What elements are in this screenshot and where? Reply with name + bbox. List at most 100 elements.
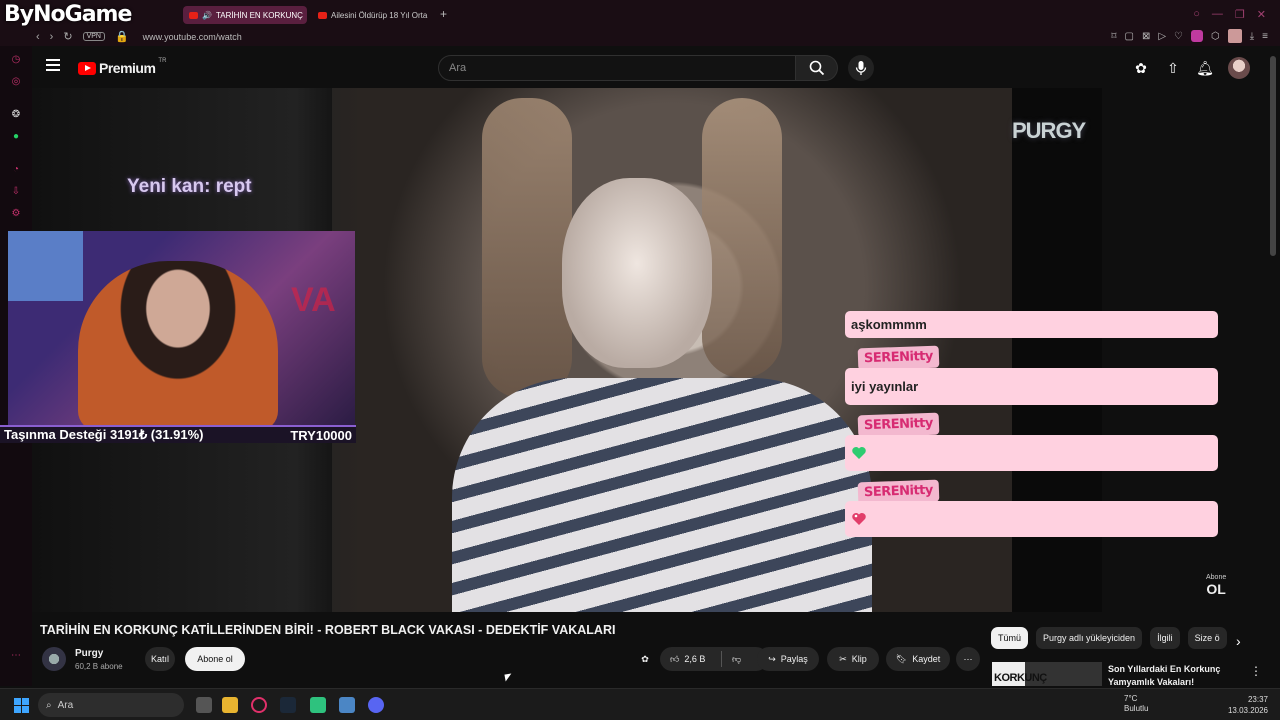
lock-icon: 🔒 bbox=[114, 31, 129, 43]
heart-emoji-icon bbox=[852, 513, 866, 525]
mouse-cursor bbox=[504, 673, 513, 682]
notifications-bell-icon[interactable]: 🔔︎ bbox=[1196, 59, 1214, 77]
game-icon[interactable]: ◎ bbox=[10, 76, 22, 88]
thumbs-down-icon: 👎︎ bbox=[732, 653, 742, 664]
dislike-button[interactable]: 👎︎ bbox=[722, 654, 741, 665]
chip-uploader[interactable]: Purgy adlı yükleyiciden bbox=[1036, 627, 1143, 649]
channel-avatar[interactable] bbox=[42, 647, 66, 671]
chatgpt-icon[interactable]: ❂ bbox=[10, 109, 22, 121]
snapshot-icon[interactable]: ▢ bbox=[1124, 31, 1133, 42]
search-icon bbox=[809, 60, 824, 76]
channel-name[interactable]: Purgy bbox=[75, 648, 103, 659]
chat-username: SERENitty bbox=[857, 412, 940, 438]
video-title: TARİHİN EN KORKUNÇ KATİLLERİNDEN BİRİ! -… bbox=[40, 623, 616, 637]
chip-for-you[interactable]: Size ö bbox=[1187, 627, 1227, 649]
chevron-right-icon[interactable]: › bbox=[1236, 633, 1241, 649]
save-label: Kaydet bbox=[912, 654, 941, 664]
cube-app-icon[interactable] bbox=[339, 697, 355, 713]
subscribe-watermark[interactable]: Abone OL bbox=[1206, 574, 1226, 596]
youtube-icon bbox=[318, 11, 327, 19]
streamer-image bbox=[78, 261, 278, 425]
channel-watermark: PURGY bbox=[1012, 118, 1086, 143]
scrollbar[interactable] bbox=[1270, 56, 1276, 256]
scissors-icon: ✂ bbox=[839, 653, 847, 664]
clock[interactable]: 23:37 13.03.2026 bbox=[1226, 694, 1268, 716]
clock-icon[interactable]: ◔ bbox=[10, 164, 22, 176]
bookmark-icon: 🔖︎ bbox=[895, 653, 908, 664]
browser-titlebar: ByNoGame 🔊 TARİHİN EN KORKUNÇ Ailesini Ö… bbox=[0, 0, 1280, 46]
vpn-badge[interactable]: VPN bbox=[82, 32, 105, 41]
weather-widget[interactable]: 7°C Bulutlu bbox=[1124, 694, 1148, 714]
hamburger-menu-icon[interactable] bbox=[46, 59, 60, 73]
taskbar-search[interactable]: ⌕ Ara bbox=[38, 693, 184, 717]
upload-icon[interactable]: ⇧ bbox=[1164, 59, 1182, 77]
play-icon[interactable]: ▷ bbox=[1158, 31, 1166, 42]
search-input[interactable]: Ara bbox=[438, 55, 796, 81]
save-button[interactable]: 🔖︎ Kaydet bbox=[886, 647, 950, 671]
whatsapp-icon[interactable]: ● bbox=[10, 131, 22, 143]
tab-inactive[interactable]: Ailesini Öldürüp 18 Yıl Orta bbox=[312, 6, 434, 24]
youtube-icon bbox=[189, 11, 198, 19]
cube-icon[interactable]: ⊠ bbox=[1142, 31, 1150, 42]
share-button[interactable]: ↪ Paylaş bbox=[757, 647, 819, 671]
download-icon[interactable]: ⤓ bbox=[1250, 31, 1254, 42]
thumbs-up-icon: 👍︎ bbox=[670, 653, 680, 664]
file-explorer-icon[interactable] bbox=[222, 697, 238, 713]
windows-taskbar: ⌕ Ara 7°C Bulutlu 23:37 13.03.2026 bbox=[0, 688, 1280, 720]
recommendation-thumbnail[interactable]: KORKUNÇ bbox=[992, 662, 1102, 686]
discord-icon[interactable] bbox=[368, 697, 384, 713]
settings-icon[interactable]: ⚙ bbox=[10, 208, 22, 220]
more-vert-icon[interactable]: ⋮ bbox=[1250, 664, 1262, 678]
new-tab-button[interactable]: + bbox=[440, 7, 447, 21]
screen: ByNoGame 🔊 TARİHİN EN KORKUNÇ Ailesini Ö… bbox=[0, 0, 1280, 720]
address-bar[interactable]: www.youtube.com/watch bbox=[143, 32, 242, 42]
thumbnail-text: KORKUNÇ bbox=[994, 672, 1047, 684]
reload-icon[interactable]: ↻ bbox=[63, 30, 72, 43]
search-icon[interactable]: ○ bbox=[1193, 8, 1200, 21]
more-actions-button[interactable]: ⋯ bbox=[956, 647, 980, 671]
recommendation-title[interactable]: Son Yıllardaki En Korkunç Yamyamlık Vaka… bbox=[1108, 663, 1233, 689]
back-icon[interactable]: ‹ bbox=[36, 31, 40, 43]
download-icon[interactable]: ⇩ bbox=[10, 186, 22, 198]
tab-label: Ailesini Öldürüp 18 Yıl Orta bbox=[331, 10, 428, 20]
close-icon[interactable]: ✕ bbox=[1257, 8, 1266, 21]
history-icon[interactable]: ◷ bbox=[10, 54, 22, 66]
chip-related[interactable]: İlgili bbox=[1150, 627, 1180, 649]
account-avatar[interactable] bbox=[1228, 57, 1250, 79]
search-button[interactable] bbox=[796, 55, 838, 81]
opera-gx-icon[interactable] bbox=[251, 697, 267, 713]
extension-puzzle-icon[interactable]: ✿ bbox=[1132, 59, 1150, 77]
minimize-icon[interactable]: — bbox=[1212, 8, 1223, 21]
chip-all[interactable]: Tümü bbox=[991, 627, 1029, 649]
task-view-icon[interactable] bbox=[196, 697, 212, 713]
restore-icon[interactable]: ❐ bbox=[1235, 8, 1245, 21]
more-icon[interactable]: ⋯ bbox=[10, 650, 22, 662]
voice-search-button[interactable] bbox=[848, 55, 874, 81]
forward-icon[interactable]: › bbox=[50, 31, 54, 43]
tab-active[interactable]: 🔊 TARİHİN EN KORKUNÇ bbox=[183, 6, 307, 24]
join-button[interactable]: Katıl bbox=[145, 647, 175, 671]
subscribe-watermark-big: OL bbox=[1206, 581, 1226, 597]
youtube-logo[interactable]: Premium TR bbox=[78, 58, 167, 76]
chat-text: aşkommmm bbox=[851, 317, 927, 332]
like-dislike-group: 👍︎ 2,6 B 👎︎ bbox=[660, 647, 768, 671]
extension-icon[interactable] bbox=[1191, 30, 1203, 42]
region-label: TR bbox=[158, 58, 167, 64]
windows-start-icon[interactable] bbox=[14, 698, 29, 713]
green-heart-emoji-icon bbox=[852, 447, 866, 459]
extension-icon[interactable]: ✿ bbox=[636, 650, 654, 668]
steam-icon[interactable] bbox=[280, 697, 296, 713]
heart-icon[interactable]: ♡ bbox=[1174, 31, 1183, 42]
search-icon: ⌕ bbox=[46, 699, 52, 711]
puzzle-icon[interactable]: ⬡ bbox=[1211, 31, 1220, 42]
app-icon[interactable] bbox=[310, 697, 326, 713]
clip-button[interactable]: ✂ Klip bbox=[827, 647, 879, 671]
profile-icon[interactable] bbox=[1227, 29, 1242, 43]
donation-goal-bar: Taşınma Desteği 3191₺ (31.91%) TRY10000 bbox=[0, 425, 356, 443]
share-label: Paylaş bbox=[780, 654, 808, 664]
like-button[interactable]: 👍︎ 2,6 B bbox=[660, 651, 722, 667]
menu-icon[interactable]: ≡ bbox=[1262, 31, 1268, 42]
bookmark-icon[interactable]: ⌑ bbox=[1111, 31, 1116, 42]
subscribe-button[interactable]: Abone ol bbox=[185, 647, 245, 671]
chat-message: aşkommmm bbox=[845, 311, 1218, 338]
